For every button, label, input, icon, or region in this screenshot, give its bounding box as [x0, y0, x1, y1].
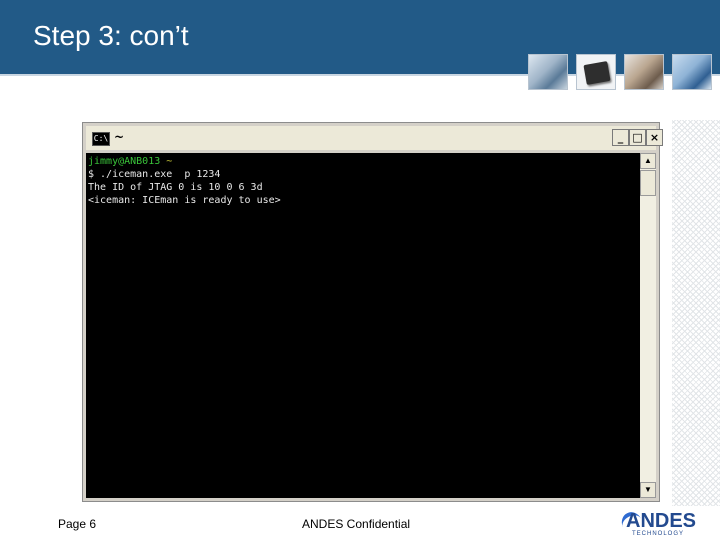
prompt-user: jimmy@ANB013 [88, 156, 161, 167]
terminal-prompt-line: jimmy@ANB013 ~ [86, 155, 640, 168]
pda-stylus-photo-icon [528, 54, 568, 90]
phone-call-photo-icon [624, 54, 664, 90]
decorative-pattern [672, 120, 720, 506]
confidential-label: ANDES Confidential [302, 517, 411, 531]
console-window[interactable]: C:\ ~ _ □ × jimmy@ANB013 ~ $ ./iceman.ex… [82, 122, 663, 502]
terminal-command-line: $ ./iceman.exe p 1234 [88, 169, 221, 180]
logo-sub-text: TECHNOLOGY [632, 531, 685, 537]
page-number: Page 6 [58, 517, 97, 531]
scroll-up-button[interactable]: ▲ [640, 153, 656, 169]
logo-main-text: ANDES [626, 510, 697, 532]
andes-logo: ANDES TECHNOLOGY [618, 508, 697, 538]
terminal-output-line: <iceman: ICEman is ready to use> [88, 195, 281, 206]
console-titlebar[interactable]: C:\ ~ _ □ × [86, 126, 663, 150]
slide-title: Step 3: con’t [33, 20, 189, 51]
terminal-output[interactable]: jimmy@ANB013 ~ $ ./iceman.exe p 1234 The… [86, 153, 640, 498]
minimize-button[interactable]: _ [612, 129, 629, 146]
road-photo-icon [672, 54, 712, 90]
chip-photo-icon [576, 54, 616, 90]
console-system-icon[interactable]: C:\ [92, 132, 110, 146]
scroll-down-button[interactable]: ▼ [640, 482, 656, 498]
scroll-thumb[interactable] [640, 170, 656, 196]
vertical-scrollbar[interactable]: ▲ ▼ [640, 153, 656, 498]
prompt-path: ~ [160, 156, 173, 167]
console-window-title: ~ [114, 130, 125, 144]
close-button[interactable]: × [646, 129, 663, 146]
maximize-button[interactable]: □ [629, 129, 646, 146]
terminal-output-line: The ID of JTAG 0 is 10 0 6 3d [88, 182, 263, 193]
